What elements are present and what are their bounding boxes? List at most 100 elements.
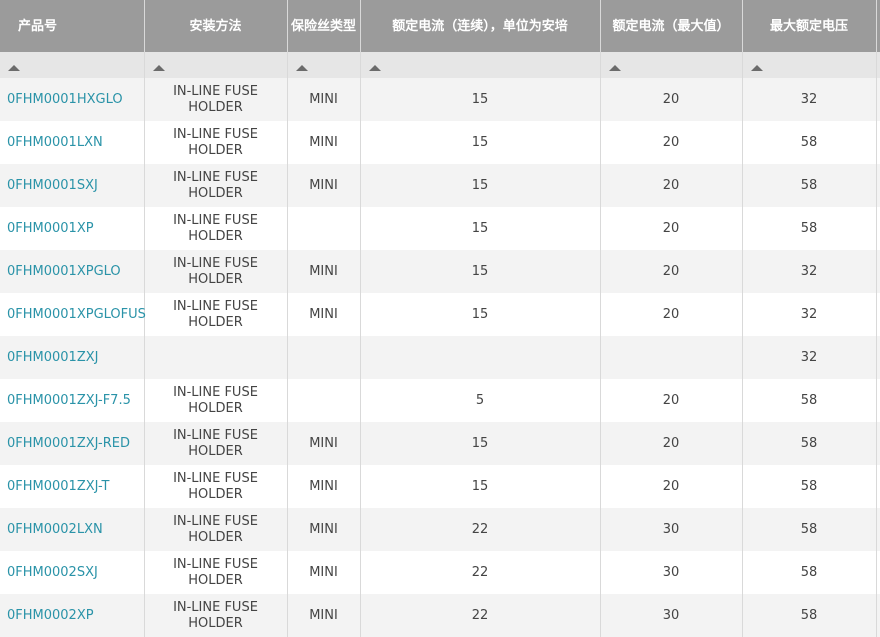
max-voltage-cell: 32 [742,78,877,121]
table-row: 0FHM0002XP IN-LINE FUSE HOLDER MINI 22 30 58 [0,594,880,637]
mounting-method-cell: IN-LINE FUSE HOLDER [144,164,288,207]
continuous-current-cell: 15 [360,422,601,465]
max-current-cell: 20 [600,207,743,250]
table-row: 0FHM0001LXN IN-LINE FUSE HOLDER MINI 15 20 58 [0,121,880,164]
continuous-current-cell [360,336,601,379]
triangle-up-icon[interactable] [8,64,20,71]
sort-cell-fuse-type [287,52,361,78]
part-number-link[interactable]: 0FHM0001HXGLO [7,92,123,107]
sort-cell-mounting-method [144,52,288,78]
max-voltage-cell: 32 [742,293,877,336]
max-current-cell: 20 [600,121,743,164]
part-number-cell: 0FHM0001XP [0,207,145,250]
triangle-up-icon[interactable] [295,64,308,71]
column-header-max-current[interactable]: 额定电流（最大值） [600,0,743,52]
part-number-link[interactable]: 0FHM0001ZXJ-RED [7,436,130,451]
fuse-holder-table: 产品号 安装方法 保险丝类型 额定电流（连续），单位为安培 额定电流（最大值） … [0,0,880,637]
max-current-cell: 20 [600,293,743,336]
mounting-method-cell: IN-LINE FUSE HOLDER [144,121,288,164]
max-voltage-cell: 32 [742,250,877,293]
mounting-method-cell: IN-LINE FUSE HOLDER [144,551,288,594]
mounting-method-text: IN-LINE FUSE HOLDER [173,556,258,588]
table-body: 0FHM0001HXGLO IN-LINE FUSE HOLDER MINI 15 20… [0,78,880,637]
table-row: 0FHM0001ZXJ-RED IN-LINE FUSE HOLDER MINI 15… [0,422,880,465]
max-voltage-cell: 58 [742,551,877,594]
part-number-link[interactable]: 0FHM0002LXN [7,522,103,537]
mounting-method-cell: IN-LINE FUSE HOLDER [144,207,288,250]
triangle-up-icon[interactable] [368,64,381,71]
sort-cell-part-number [0,52,145,78]
max-voltage-cell: 58 [742,207,877,250]
fuse-type-cell: MINI [287,293,361,336]
mounting-method-text: IN-LINE FUSE HOLDER [173,599,258,631]
column-header-max-voltage[interactable]: 最大额定电压 [742,0,877,52]
max-voltage-cell: 58 [742,594,877,637]
fuse-type-cell [287,379,361,422]
sort-cell-max-current [600,52,743,78]
extra-cell [876,551,880,594]
part-number-cell: 0FHM0001ZXJ [0,336,145,379]
part-number-link[interactable]: 0FHM0001XP [7,221,94,236]
mounting-method-cell: IN-LINE FUSE HOLDER [144,508,288,551]
mounting-method-cell [144,336,288,379]
part-number-link[interactable]: 0FHM0001XPGLO [7,264,121,279]
part-number-link[interactable]: 0FHM0002SXJ [7,565,98,580]
part-number-link[interactable]: 0FHM0002XP [7,608,94,623]
triangle-up-icon[interactable] [152,64,165,71]
table-row: 0FHM0001XP IN-LINE FUSE HOLDER 15 20 58 [0,207,880,250]
part-number-cell: 0FHM0001SXJ [0,164,145,207]
extra-cell [876,207,880,250]
mounting-method-text: IN-LINE FUSE HOLDER [173,255,258,287]
continuous-current-cell: 5 [360,379,601,422]
max-current-cell: 20 [600,164,743,207]
fuse-type-cell: MINI [287,508,361,551]
mounting-method-cell: IN-LINE FUSE HOLDER [144,594,288,637]
part-number-link[interactable]: 0FHM0001LXN [7,135,103,150]
part-number-cell: 0FHM0001LXN [0,121,145,164]
continuous-current-cell: 15 [360,164,601,207]
mounting-method-text: IN-LINE FUSE HOLDER [173,513,258,545]
table-row: 0FHM0001SXJ IN-LINE FUSE HOLDER MINI 15 20 58 [0,164,880,207]
mounting-method-cell: IN-LINE FUSE HOLDER [144,465,288,508]
max-voltage-cell: 32 [742,336,877,379]
sort-cell-max-voltage [742,52,877,78]
part-number-cell: 0FHM0002SXJ [0,551,145,594]
max-current-cell: 30 [600,551,743,594]
continuous-current-cell: 22 [360,594,601,637]
extra-cell [876,78,880,121]
fuse-type-cell: MINI [287,164,361,207]
part-number-link[interactable]: 0FHM0001ZXJ [7,350,98,365]
max-current-cell: 20 [600,250,743,293]
column-header-continuous-current[interactable]: 额定电流（连续），单位为安培 [360,0,601,52]
column-header-part-number[interactable]: 产品号 [0,0,145,52]
triangle-up-icon[interactable] [608,64,621,71]
extra-cell [876,293,880,336]
mounting-method-text: IN-LINE FUSE HOLDER [173,298,258,330]
continuous-current-cell: 22 [360,551,601,594]
table-row: 0FHM0001XPGLOFUS IN-LINE FUSE HOLDER MINI 1… [0,293,880,336]
column-header-fuse-type[interactable]: 保险丝类型 [287,0,361,52]
column-header-extra [876,0,880,52]
sort-cell-continuous-current [360,52,601,78]
part-number-cell: 0FHM0001XPGLOFUS [0,293,146,336]
max-current-cell: 20 [600,422,743,465]
extra-cell [876,336,880,379]
column-header-mounting-method[interactable]: 安装方法 [144,0,288,52]
extra-cell [876,508,880,551]
part-number-cell: 0FHM0001ZXJ-T [0,465,145,508]
part-number-link[interactable]: 0FHM0001ZXJ-T [7,479,109,494]
extra-cell [876,379,880,422]
part-number-cell: 0FHM0002LXN [0,508,145,551]
max-current-cell [600,336,743,379]
part-number-link[interactable]: 0FHM0001XPGLOFUS [7,307,146,322]
continuous-current-cell: 15 [360,293,601,336]
table-row: 0FHM0001HXGLO IN-LINE FUSE HOLDER MINI 15 20… [0,78,880,121]
mounting-method-text: IN-LINE FUSE HOLDER [173,427,258,459]
extra-cell [876,422,880,465]
max-voltage-cell: 58 [742,379,877,422]
part-number-link[interactable]: 0FHM0001SXJ [7,178,98,193]
max-current-cell: 30 [600,594,743,637]
mounting-method-cell: IN-LINE FUSE HOLDER [144,293,288,336]
triangle-up-icon[interactable] [750,64,763,71]
part-number-link[interactable]: 0FHM0001ZXJ-F7.5 [7,393,131,408]
